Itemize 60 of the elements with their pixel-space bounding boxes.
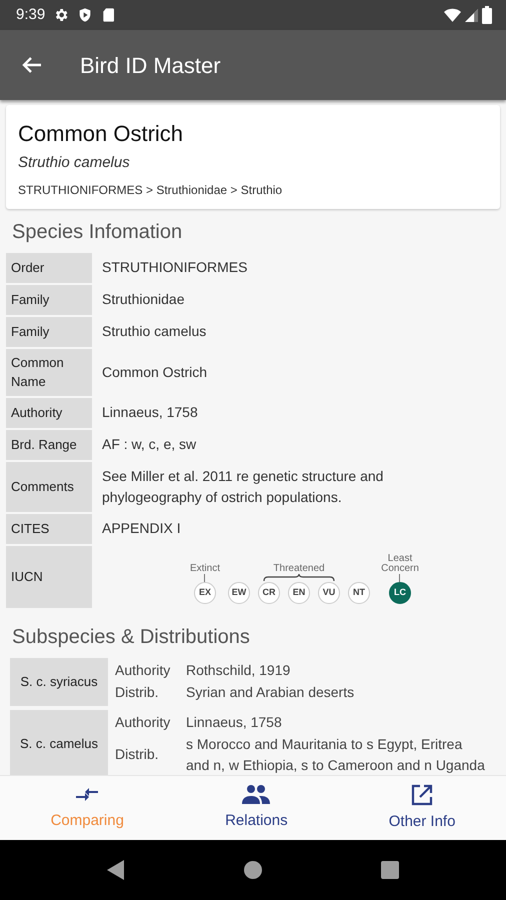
brace-mark [263, 574, 335, 582]
species-name: Common Ostrich [18, 120, 184, 148]
field-label: Family [6, 316, 92, 346]
field-value: APPENDIX I [101, 519, 182, 538]
back-icon[interactable] [106, 859, 126, 881]
field-label: Common Name [6, 348, 92, 396]
status-group-label: Threatened [273, 564, 325, 574]
field-label: Comments [6, 462, 92, 512]
wifi-icon [444, 8, 461, 22]
external-link-icon [410, 782, 434, 807]
subspecies-name: S. c. syriacus [10, 658, 108, 706]
field-value: Linnaeus, 1758 [101, 403, 199, 422]
field-label: Authority [114, 661, 172, 680]
app-title: Bird ID Master [80, 52, 221, 80]
status-badge: EW [228, 582, 250, 604]
nav-tab[interactable]: Relations [225, 778, 288, 838]
field-label: Brd. Range [6, 430, 92, 460]
status-group-label: Extinct [190, 564, 220, 574]
status-badge: EX [194, 582, 216, 604]
field-value: Linnaeus, 1758 [186, 713, 283, 732]
field-label: IUCN [6, 546, 92, 608]
section-title: Subspecies & Distributions [12, 624, 251, 650]
taxonomy-path: STRUTHIONIFORMES > Struthionidae > Struthio [18, 182, 284, 198]
home-icon[interactable] [242, 860, 263, 880]
field-label: Family [6, 284, 92, 314]
status-badge: CR [258, 582, 280, 604]
field-value: See Miller et al. 2011 re genetic structure and phylogeography of ostrich populations. [101, 466, 384, 507]
signal-icon [465, 8, 478, 22]
field-value: Struthionidae [101, 290, 186, 309]
field-value: STRUTHIONIFORMES [101, 258, 248, 277]
nav-tab[interactable]: Other Info [388, 776, 456, 840]
status-group-label: Least Concern [380, 554, 420, 574]
sd-card-icon [101, 7, 116, 23]
field-value: s Morocco and Mauritania to s Egypt, Eritrea and n, w Ethiopia, s to Cameroon and n Uganda [186, 734, 486, 775]
tick-mark [204, 574, 206, 582]
field-value: AF : w, c, e, sw [101, 435, 198, 454]
status-badge: EN [288, 582, 310, 604]
scientific-name: Struthio camelus [18, 153, 131, 173]
field-label: Authority [6, 398, 92, 428]
field-value: Struthio camelus [101, 322, 208, 341]
recents-icon[interactable] [380, 860, 400, 880]
battery-icon [482, 6, 492, 24]
field-label: Distrib. [114, 683, 160, 702]
status-badge: NT [348, 582, 370, 604]
section-title: Species Infomation [12, 220, 184, 244]
clock-time: 9:39 [16, 4, 46, 25]
field-label: CITES [6, 514, 92, 544]
people-icon [241, 784, 272, 806]
status-badge: VU [318, 582, 340, 604]
subspecies-name: S. c. camelus [10, 710, 108, 775]
status-badge: LC [389, 582, 411, 604]
field-label: Order [6, 252, 92, 282]
gear-icon [53, 7, 70, 23]
field-label: Authority [114, 713, 172, 732]
shield-icon [77, 7, 94, 23]
tick-mark [399, 574, 401, 582]
field-value: Syrian and Arabian deserts [186, 683, 356, 702]
field-value: Rothschild, 1919 [186, 661, 292, 680]
field-value: Common Ostrich [101, 362, 208, 382]
field-label: Distrib. [114, 745, 160, 764]
